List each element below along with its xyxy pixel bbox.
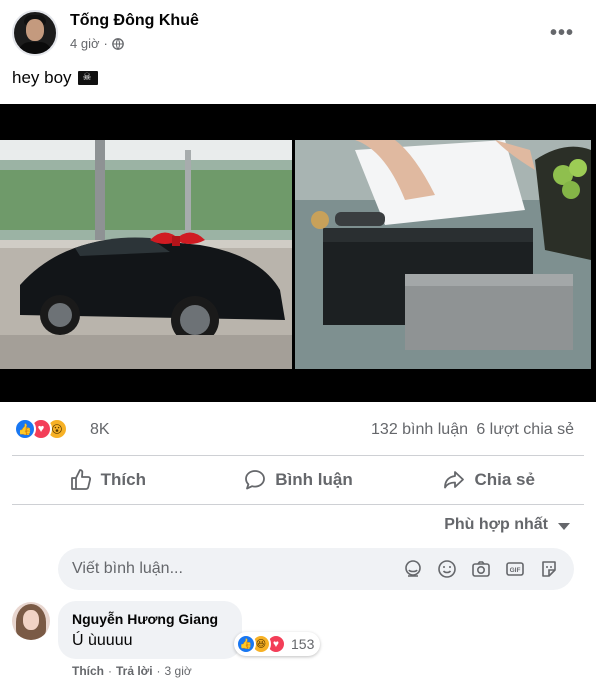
comment-sort-dropdown[interactable]: Phù hợp nhất <box>444 516 570 534</box>
comment-bubble: Nguyễn Hương Giang Ú ùuuuu <box>58 601 242 659</box>
comment-reactions[interactable]: 👍 😆 ♥ 153 <box>234 632 321 656</box>
share-button[interactable]: Chia sẻ <box>393 458 584 502</box>
gift-box-photo[interactable] <box>295 140 591 369</box>
post-meta: 4 giờ · <box>70 36 124 51</box>
more-options-icon[interactable]: ••• <box>550 22 574 45</box>
like-icon: 👍 <box>14 418 36 440</box>
comment-button-label: Bình luận <box>275 470 353 489</box>
caret-down-icon <box>558 523 570 530</box>
post-caption: hey boy <box>12 68 98 88</box>
divider <box>12 455 584 456</box>
comment-time[interactable]: 3 giờ <box>165 664 192 678</box>
caption-text: hey boy <box>12 68 72 87</box>
post-actions: Thích Bình luận Chia sẻ <box>12 458 584 502</box>
svg-text:GIF: GIF <box>510 567 521 574</box>
like-button[interactable]: Thích <box>12 458 203 502</box>
author-name[interactable]: Tống Đông Khuê <box>70 12 199 30</box>
reaction-icons[interactable]: 👍 ♥ 😮 <box>14 418 84 442</box>
share-icon <box>444 471 465 489</box>
comment-button[interactable]: Bình luận <box>203 458 394 502</box>
comment-count[interactable]: 132 bình luận <box>371 421 468 439</box>
commenter-name[interactable]: Nguyễn Hương Giang <box>72 611 218 627</box>
share-button-label: Chia sẻ <box>474 470 535 489</box>
sticker-icon[interactable] <box>538 558 560 580</box>
composer-tools: GIF <box>402 558 560 580</box>
comment-input[interactable] <box>72 548 372 590</box>
sort-label: Phù hợp nhất <box>444 516 548 533</box>
pirate-flag-icon <box>77 71 98 85</box>
car-photo[interactable] <box>0 140 292 369</box>
like-icon: 👍 <box>236 634 256 654</box>
thumbs-up-icon <box>70 469 91 490</box>
reaction-count[interactable]: 8K <box>90 421 110 439</box>
comment-text: Ú ùuuuu <box>72 632 133 649</box>
gif-icon[interactable]: GIF <box>504 558 526 580</box>
emoji-icon[interactable] <box>436 558 458 580</box>
comment-composer: GIF <box>58 548 574 590</box>
post-header: Tống Đông Khuê 4 giờ · ••• <box>12 10 584 58</box>
comment-reply-link[interactable]: Trả lời <box>116 664 153 678</box>
comment-icon <box>245 470 266 490</box>
separator: · <box>108 664 112 678</box>
post-time[interactable]: 4 giờ <box>70 36 100 51</box>
camera-icon[interactable] <box>470 558 492 580</box>
separator: · <box>156 664 161 678</box>
globe-icon <box>111 37 124 50</box>
like-button-label: Thích <box>100 470 146 489</box>
divider <box>12 504 584 505</box>
comment-reaction-count: 153 <box>291 636 315 652</box>
post-media <box>0 104 596 402</box>
comment-actions: Thích · Trả lời · 3 giờ <box>72 664 192 678</box>
share-count[interactable]: 6 lượt chia sẻ <box>476 421 574 439</box>
comment-like-link[interactable]: Thích <box>72 664 104 678</box>
reactions-summary: 👍 ♥ 😮 8K 132 bình luận 6 lượt chia sẻ <box>12 416 584 442</box>
commenter-avatar[interactable] <box>12 602 50 640</box>
author-avatar[interactable] <box>12 10 58 56</box>
avatar-sticker-icon[interactable] <box>402 558 424 580</box>
